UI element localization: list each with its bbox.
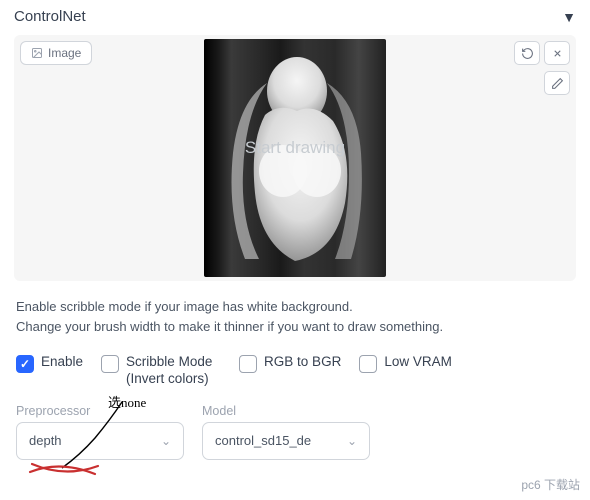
clear-button[interactable] [544,41,570,65]
undo-button[interactable] [514,41,540,65]
low-vram-label: Low VRAM [384,354,452,371]
check-icon: ✓ [20,357,30,371]
chevron-down-icon: ⌄ [161,434,171,448]
rgb-bgr-checkbox[interactable]: RGB to BGR [239,354,341,373]
preprocessor-select[interactable]: depth ⌄ [16,422,184,460]
info-line-1: Enable scribble mode if your image has w… [16,297,574,317]
image-tab-label: Image [48,46,81,60]
checkbox-box [359,355,377,373]
enable-label: Enable [41,354,83,371]
silhouette-image [215,43,375,263]
scribble-mode-checkbox[interactable]: Scribble Mode (Invert colors) [101,354,221,388]
checkbox-box: ✓ [16,355,34,373]
model-value: control_sd15_de [215,433,311,448]
preprocessor-value: depth [29,433,62,448]
info-line-2: Change your brush width to make it thinn… [16,317,574,337]
drawing-canvas[interactable]: Image [14,35,576,281]
preprocessor-label: Preprocessor [16,404,184,418]
brush-button[interactable] [544,71,570,95]
undo-icon [521,47,534,60]
collapse-toggle-icon[interactable]: ▼ [562,9,576,25]
rgb-bgr-label: RGB to BGR [264,354,341,371]
model-select[interactable]: control_sd15_de ⌄ [202,422,370,460]
scribble-label: Scribble Mode (Invert colors) [126,354,221,388]
panel-title: ControlNet [14,8,86,25]
image-tab[interactable]: Image [20,41,92,65]
annotation-note: 选none [108,392,146,411]
checkbox-box [101,355,119,373]
low-vram-checkbox[interactable]: Low VRAM [359,354,452,373]
close-icon [552,48,563,59]
enable-checkbox[interactable]: ✓ Enable [16,354,83,373]
watermark: pc6 下载站 [517,475,584,494]
pencil-icon [551,77,564,90]
model-label: Model [202,404,370,418]
image-icon [31,47,43,59]
depth-preview: Start drawing [204,39,386,277]
chevron-down-icon: ⌄ [347,434,357,448]
checkbox-box [239,355,257,373]
